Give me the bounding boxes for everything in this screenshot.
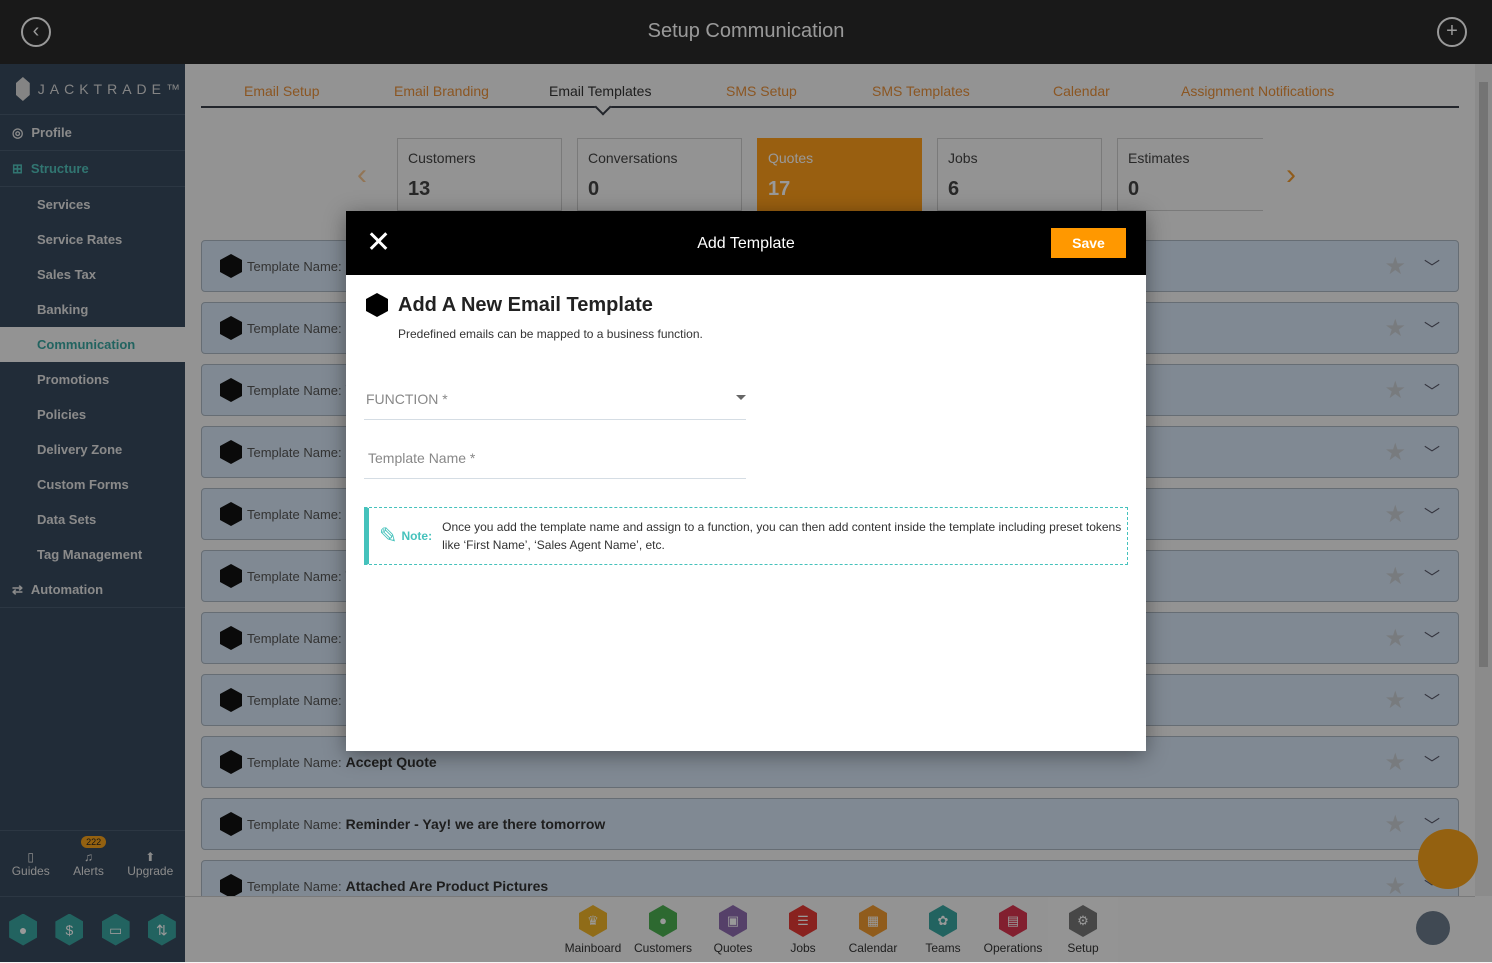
template-name-input[interactable]: Template Name * [364,450,746,479]
hexagon-icon [366,293,388,317]
add-template-modal: ✕ Add Template Save Add A New Email Temp… [346,211,1146,751]
note-box: ✎ Note: Once you add the template name a… [364,507,1128,565]
edit-icon: ✎ [379,523,398,548]
modal-title: Add Template [697,235,795,252]
note-text: Once you add the template name and assig… [442,520,1122,552]
function-select[interactable]: FUNCTION * [364,391,746,420]
modal-subtitle: Predefined emails can be mapped to a bus… [398,327,703,341]
caret-down-icon [736,395,746,405]
modal-heading: Add A New Email Template [398,293,653,316]
save-button[interactable]: Save [1051,228,1126,258]
